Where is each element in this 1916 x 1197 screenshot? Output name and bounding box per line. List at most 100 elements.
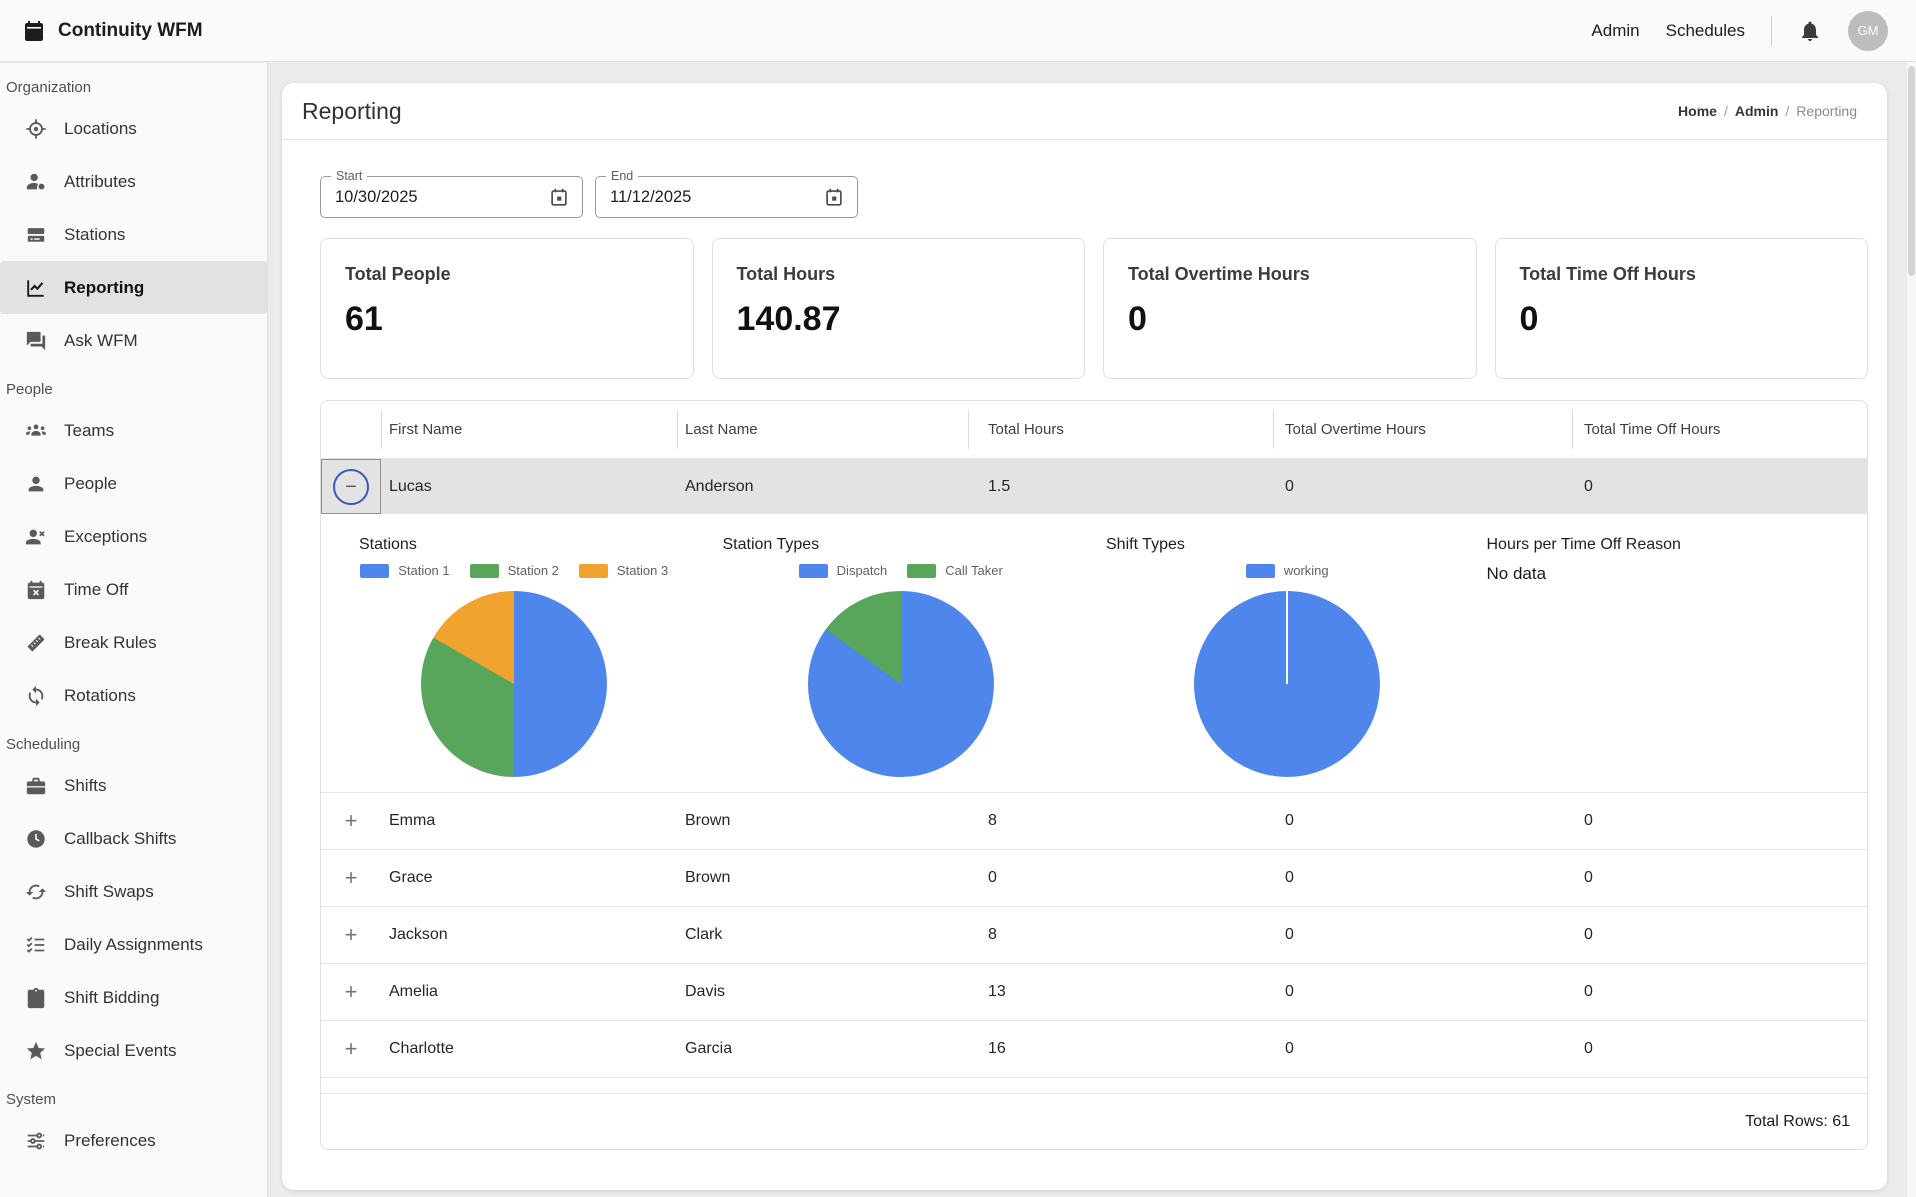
expand-cell: −: [321, 459, 381, 514]
legend-item-working: working: [1246, 563, 1329, 578]
expand-row-button[interactable]: +: [345, 924, 358, 946]
topnav-admin[interactable]: Admin: [1591, 21, 1639, 41]
expanded-charts: StationsStation 1Station 2Station 3Stati…: [321, 514, 1867, 792]
table-row-expanded[interactable]: −LucasAnderson1.500: [321, 458, 1867, 514]
sidebar-item-special-events[interactable]: Special Events: [0, 1024, 267, 1077]
breadcrumb-separator: /: [1724, 103, 1728, 119]
sidebar-item-reporting[interactable]: Reporting: [0, 261, 267, 314]
star-icon: [25, 1040, 47, 1062]
sidebar-item-callback-shifts[interactable]: Callback Shifts: [0, 812, 267, 865]
cell-hours: 13: [968, 983, 1273, 1001]
sidebar-item-label: Callback Shifts: [64, 829, 176, 849]
stat-card-total-hours: Total Hours140.87: [712, 238, 1086, 379]
sidebar-section-organization: Organization: [0, 79, 267, 102]
sidebar-item-label: Shift Bidding: [64, 988, 159, 1008]
chart-title: Hours per Time Off Reason: [1481, 536, 1868, 554]
sidebar-item-label: Exceptions: [64, 527, 147, 547]
sidebar-item-time-off[interactable]: Time Off: [0, 563, 267, 616]
start-date-field[interactable]: Start 10/30/2025: [320, 176, 583, 218]
expand-cell: +: [321, 850, 381, 906]
end-date-label: End: [606, 169, 638, 183]
topnav-schedules[interactable]: Schedules: [1666, 21, 1745, 41]
chart-panel-hours-per-time-off-reason: Hours per Time Off Reason No data: [1481, 514, 1868, 792]
end-date-field[interactable]: End 11/12/2025: [595, 176, 858, 218]
breadcrumb-admin[interactable]: Admin: [1735, 103, 1779, 119]
sidebar-item-ask-wfm[interactable]: Ask WFM: [0, 314, 267, 367]
expand-row-button[interactable]: +: [345, 867, 358, 889]
person-icon: [25, 473, 47, 495]
sidebar-item-break-rules[interactable]: Break Rules: [0, 616, 267, 669]
sidebar-item-shifts[interactable]: Shifts: [0, 759, 267, 812]
topbar-divider: [1771, 16, 1772, 46]
legend-item-station-2: Station 2: [470, 563, 559, 578]
expand-cell: +: [321, 907, 381, 963]
table-row-charlotte-garcia[interactable]: +CharlotteGarcia1600: [321, 1020, 1867, 1077]
page-title: Reporting: [302, 98, 402, 125]
sidebar-item-shift-bidding[interactable]: Shift Bidding: [0, 971, 267, 1024]
expand-cell: +: [321, 964, 381, 1020]
sidebar-item-label: Reporting: [64, 278, 144, 298]
table-row-jackson-clark[interactable]: +JacksonClark800: [321, 906, 1867, 963]
sidebar-item-label: Preferences: [64, 1131, 156, 1151]
sidebar-item-stations[interactable]: Stations: [0, 208, 267, 261]
end-date-value[interactable]: 11/12/2025: [610, 188, 823, 207]
legend-label: Station 1: [398, 563, 449, 578]
sidebar-item-attributes[interactable]: Attributes: [0, 155, 267, 208]
legend-swatch: [1246, 564, 1275, 578]
chart-legend: DispatchCall Taker: [708, 563, 1095, 578]
clipboard-icon: [25, 987, 47, 1009]
sidebar-item-shift-swaps[interactable]: Shift Swaps: [0, 865, 267, 918]
cell-timeoff: 0: [1572, 869, 1867, 887]
start-calendar-icon[interactable]: [548, 186, 570, 208]
table-row-emma-brown[interactable]: +EmmaBrown800: [321, 792, 1867, 849]
legend-item-dispatch: Dispatch: [799, 563, 888, 578]
table-row-grace-brown[interactable]: +GraceBrown000: [321, 849, 1867, 906]
notifications-bell-icon[interactable]: [1798, 19, 1822, 43]
stat-value: 0: [1520, 300, 1844, 339]
sidebar-item-locations[interactable]: Locations: [0, 102, 267, 155]
rotate-icon: [25, 685, 47, 707]
no-data-label: No data: [1481, 564, 1868, 584]
stations-icon: [25, 224, 47, 246]
cell-last: Brown: [677, 869, 968, 887]
column-header-total-overtime-hours: Total Overtime Hours: [1273, 401, 1572, 458]
sidebar-item-rotations[interactable]: Rotations: [0, 669, 267, 722]
total-rows-label: Total Rows: 61: [1745, 1113, 1850, 1131]
table-row-amelia-davis[interactable]: +AmeliaDavis1300: [321, 963, 1867, 1020]
end-calendar-icon[interactable]: [823, 186, 845, 208]
avatar[interactable]: GM: [1848, 11, 1888, 51]
chart-legend: working: [1094, 563, 1481, 578]
scrollbar-thumb[interactable]: [1908, 66, 1915, 276]
stat-cards: Total People61Total Hours140.87 Total Ove…: [320, 238, 1868, 379]
sidebar-item-label: Teams: [64, 421, 114, 441]
breadcrumb-home[interactable]: Home: [1678, 103, 1717, 119]
sidebar-item-people[interactable]: People: [0, 457, 267, 510]
sidebar: OrganizationLocationsAttributesStations R…: [0, 63, 268, 1197]
expand-row-button[interactable]: +: [345, 981, 358, 1003]
collapse-row-button[interactable]: −: [333, 469, 369, 505]
page-scrollbar[interactable]: [1906, 62, 1916, 1197]
stat-label: Total Overtime Hours: [1128, 264, 1452, 285]
pie-chart-station-types: [808, 591, 994, 777]
topbar-nav: Admin Schedules: [1591, 21, 1745, 41]
checklist-icon: [25, 934, 47, 956]
cell-hours: 1.5: [968, 478, 1273, 496]
legend-swatch: [799, 564, 828, 578]
expand-row-button[interactable]: +: [345, 810, 358, 832]
topbar: Continuity WFM AdminSchedules GM: [0, 0, 1916, 62]
sidebar-item-preferences[interactable]: Preferences: [0, 1114, 267, 1167]
cell-last: Brown: [677, 812, 968, 830]
briefcase-icon: [25, 775, 47, 797]
cell-overtime: 0: [1273, 869, 1572, 887]
expand-row-button[interactable]: +: [345, 1038, 358, 1060]
sidebar-item-label: Shifts: [64, 776, 107, 796]
expand-cell: +: [321, 793, 381, 849]
sidebar-item-teams[interactable]: Teams: [0, 404, 267, 457]
start-date-value[interactable]: 10/30/2025: [335, 188, 548, 207]
expand-cell: +: [321, 1021, 381, 1077]
cell-overtime: 0: [1273, 1040, 1572, 1058]
stat-value: 140.87: [737, 300, 1061, 339]
sidebar-item-exceptions[interactable]: Exceptions: [0, 510, 267, 563]
sidebar-item-daily-assignments[interactable]: Daily Assignments: [0, 918, 267, 971]
stat-card-total-people: Total People61: [320, 238, 694, 379]
